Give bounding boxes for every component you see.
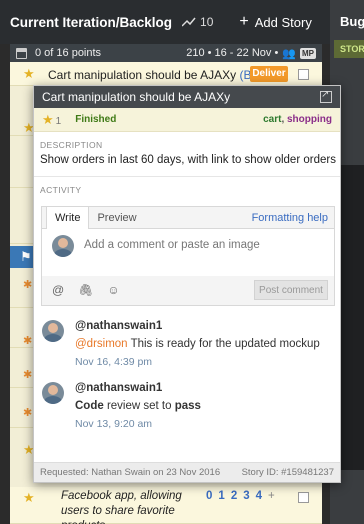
comment-time: Nov 13, 9:20 am <box>75 418 153 430</box>
story-checkbox[interactable] <box>298 69 309 80</box>
deliver-button[interactable]: Deliver <box>250 66 288 82</box>
editor-toolbar: @ 🖇 ☺ <box>52 283 120 297</box>
comment-text: @drsimon This is ready for the updated m… <box>75 338 320 350</box>
estimate-option[interactable]: 0 <box>206 490 212 502</box>
avatar <box>42 320 64 342</box>
emoji-icon[interactable]: ☺ <box>107 283 119 297</box>
estimate-option[interactable]: 1 <box>218 490 224 502</box>
add-story-label: Add Story <box>254 14 312 30</box>
comment-editor: Write Preview Formatting help Add a comm… <box>41 206 335 306</box>
bug-icon: ✱ <box>23 335 33 347</box>
comment-input[interactable]: Add a comment or paste an image <box>42 229 334 276</box>
story-description[interactable]: Show orders in last 60 days, with link t… <box>34 150 340 166</box>
bug-icon: ✱ <box>23 407 33 419</box>
post-comment-button[interactable]: Post comment <box>254 280 328 300</box>
plus-icon: + <box>239 13 249 30</box>
story-detail-footer: Requested: Nathan Swain on 23 Nov 2016 S… <box>34 462 340 482</box>
mention-link[interactable]: @drsimon <box>75 338 128 350</box>
avatar <box>52 235 74 257</box>
label-tag[interactable]: shopping <box>287 114 332 125</box>
iteration-points: 0 of 16 points <box>35 47 102 59</box>
tab-write[interactable]: Write <box>46 207 90 230</box>
estimate-option[interactable]: 3 <box>243 490 249 502</box>
label-tag[interactable]: cart <box>263 114 281 125</box>
bugs-panel-title: Bugs <box>340 14 364 29</box>
estimate-picker: 0 1 2 3 4 + <box>206 490 275 502</box>
story-row-last[interactable]: ★ Facebook app, allowing users to share … <box>10 487 322 524</box>
tab-preview[interactable]: Preview <box>89 207 144 228</box>
story-state: Finished <box>75 114 117 125</box>
story-labels: cart, shopping <box>263 114 332 125</box>
story-row-first[interactable]: ★ Cart manipulation should be AJAXy (BR)… <box>10 62 322 86</box>
avatar <box>42 382 64 404</box>
requested-by: Requested: Nathan Swain on 23 Nov 2016 <box>40 467 221 478</box>
comment-author[interactable]: @nathanswain1 <box>75 320 162 332</box>
story-id[interactable]: Story ID: #159481237 <box>242 467 334 478</box>
calendar-icon <box>16 47 27 59</box>
story-title: Cart manipulation should be AJAXy <box>48 68 237 82</box>
bugs-stories-label: STORIES <box>334 40 364 58</box>
story-checkbox[interactable] <box>298 492 309 503</box>
mention-icon[interactable]: @ <box>52 283 64 297</box>
estimate-option[interactable]: 2 <box>231 490 237 502</box>
iteration-header[interactable]: 0 of 16 points 210 • 16 - 22 Nov • 👥 MP <box>10 44 322 62</box>
formatting-help-link[interactable]: Formatting help <box>252 207 334 228</box>
story-estimate: 1 <box>55 116 62 127</box>
iteration-info: 210 • 16 - 22 Nov • <box>186 47 279 59</box>
story-detail-title: Cart manipulation should be AJAXy <box>42 90 231 104</box>
panel-header: Current Iteration/Backlog 10 + Add Story… <box>0 0 363 44</box>
bug-icon: ✱ <box>23 279 33 291</box>
comment-text: Code review set to pass <box>75 400 201 412</box>
activity-label: ACTIVITY <box>40 185 82 195</box>
expand-icon[interactable] <box>320 89 332 103</box>
comment-time: Nov 16, 4:39 pm <box>75 356 153 368</box>
feature-star-icon: ★ <box>23 490 35 505</box>
estimate-option[interactable]: 4 <box>256 490 262 502</box>
story-status-bar: ★ 1 Finished cart, shopping <box>34 108 340 132</box>
panel-title: Current Iteration/Backlog <box>10 14 173 30</box>
trend-icon <box>182 17 196 27</box>
story-title: Facebook app, allowing users to share fa… <box>61 490 182 524</box>
editor-tabs: Write Preview Formatting help <box>42 207 334 230</box>
velocity[interactable]: 10 <box>182 15 213 29</box>
description-label: DESCRIPTION <box>40 140 103 150</box>
comment-author[interactable]: @nathanswain1 <box>75 382 162 394</box>
velocity-value: 10 <box>200 15 214 29</box>
story-detail-header: Cart manipulation should be AJAXy <box>34 86 340 108</box>
feature-star-icon: ★ <box>42 111 54 127</box>
attachment-icon[interactable]: 🖇 <box>78 283 93 297</box>
estimate-option[interactable]: + <box>268 490 275 502</box>
story-detail-popover: Cart manipulation should be AJAXy ★ 1 Fi… <box>33 85 341 483</box>
add-story-button[interactable]: + Add Story <box>239 13 311 31</box>
owner-badge: MP <box>300 47 316 59</box>
bug-icon: ✱ <box>23 369 33 381</box>
people-icon: 👥 <box>282 47 296 60</box>
feature-star-icon: ★ <box>23 66 35 81</box>
comment-placeholder: Add a comment or paste an image <box>84 239 260 251</box>
